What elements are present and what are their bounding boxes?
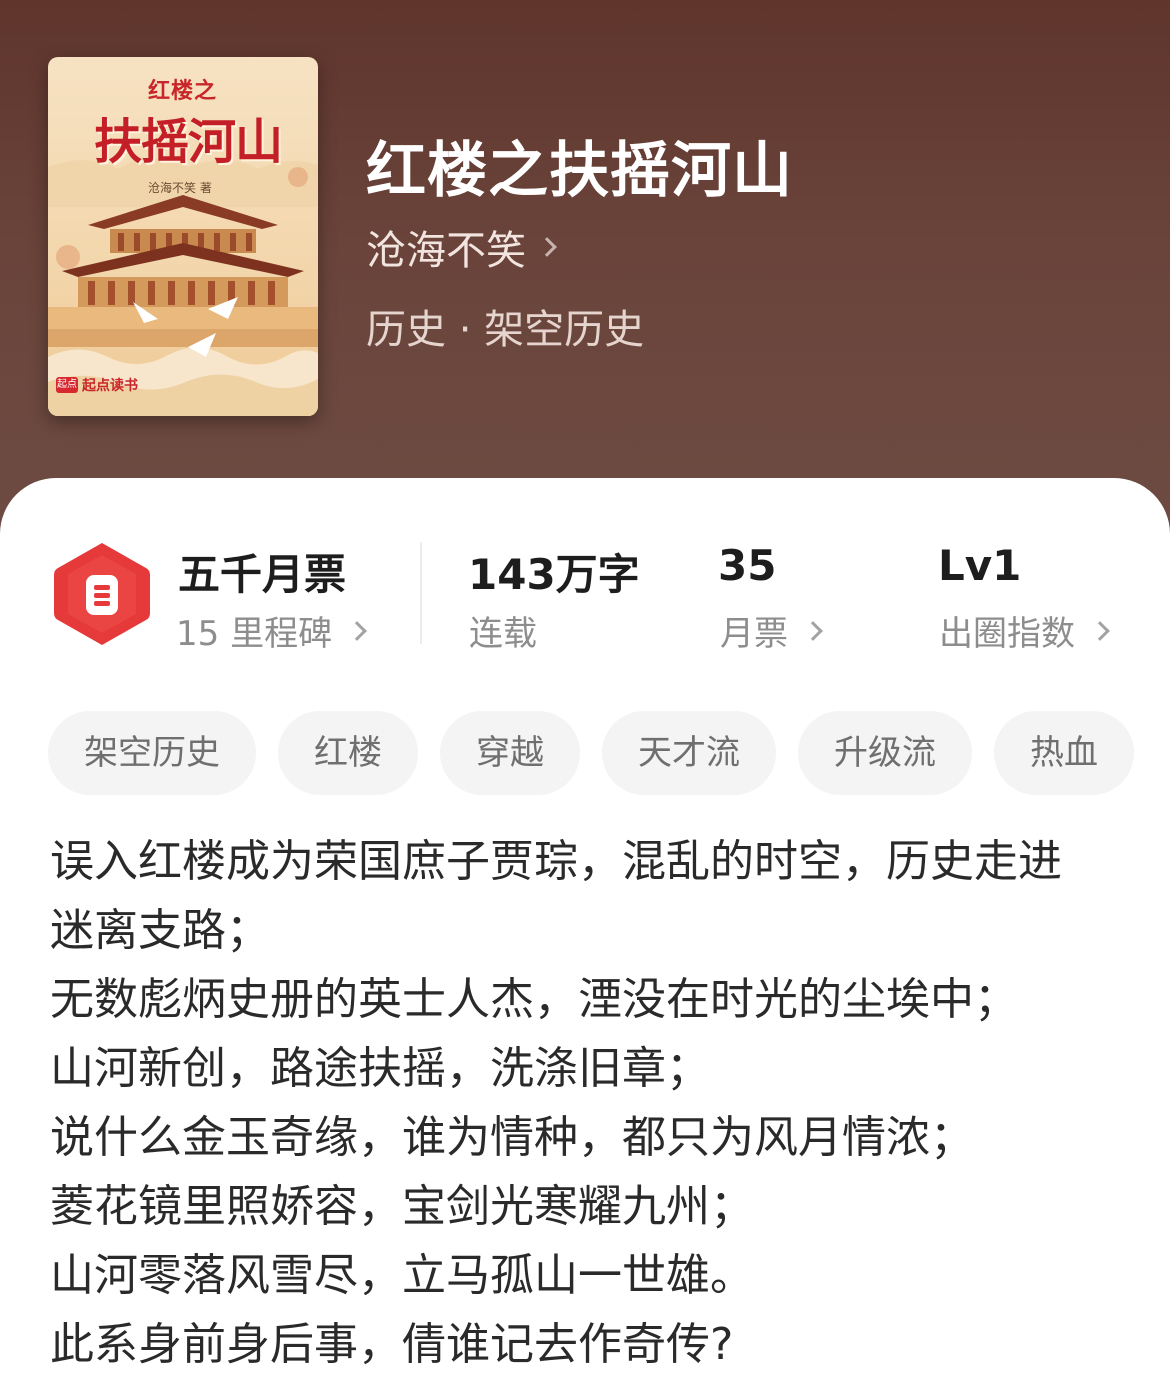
popularity-label: 出圈指数 <box>939 614 1075 654</box>
tag-chip[interactable]: 架空历史 <box>48 711 256 795</box>
book-title: 红楼之扶摇河山 <box>366 136 793 206</box>
book-cover[interactable]: 红楼之 扶摇河山 沧海不笑 著 起点 起点读书 <box>48 57 318 416</box>
tag-chip[interactable]: 升级流 <box>798 711 972 795</box>
author-link[interactable]: 沧海不笑 <box>366 218 557 276</box>
chevron-right-icon <box>1090 620 1110 641</box>
milestone-link[interactable]: 15 里程碑 <box>176 606 367 655</box>
author-name: 沧海不笑 <box>366 228 526 274</box>
chevron-right-icon <box>537 237 557 257</box>
monthly-votes-label: 月票 <box>720 614 788 654</box>
popularity-level: Lv1 <box>938 541 1022 590</box>
ticket-icon[interactable] <box>54 541 150 647</box>
monthly-votes-count: 35 <box>718 541 777 590</box>
book-genre: 历史 · 架空历史 <box>366 307 645 353</box>
book-header: 红楼之 扶摇河山 沧海不笑 著 起点 起点读书 红楼之扶摇河山 沧海不笑 历史 … <box>0 0 1170 560</box>
chevron-right-icon <box>347 620 367 641</box>
publisher-logo-mark: 起点 <box>56 377 78 393</box>
popularity-link[interactable]: 出圈指数 <box>939 606 1110 655</box>
synopsis-line: 说什么金玉奇缘，谁为情种，都只为风月情浓； <box>50 1112 974 1163</box>
word-count: 143万字 <box>468 550 640 599</box>
tag-list: 架空历史 红楼 穿越 天才流 升级流 热血 <box>48 711 1146 795</box>
synopsis-line: 菱花镜里照娇容，宝剑光寒耀九州； <box>50 1181 754 1232</box>
tag-chip[interactable]: 热血 <box>994 711 1134 795</box>
tag-chip[interactable]: 穿越 <box>440 711 580 795</box>
serial-status-label: 连载 <box>469 614 537 654</box>
publisher-logo-text: 起点读书 <box>82 378 138 394</box>
chevron-right-icon <box>803 620 823 641</box>
serial-status: 连载 <box>469 606 537 655</box>
tag-chip[interactable]: 红楼 <box>278 711 418 795</box>
milestone-title: 五千月票 <box>178 550 347 599</box>
milestone-count: 15 里程碑 <box>176 614 333 654</box>
cover-title: 扶摇河山 <box>93 114 283 170</box>
monthly-votes-link[interactable]: 月票 <box>720 606 823 655</box>
synopsis-line: 误入红楼成为荣国庶子贾琮，混乱的时空，历史走进 <box>50 836 1062 887</box>
stats-divider <box>420 542 422 644</box>
cover-author: 沧海不笑 著 <box>148 181 212 195</box>
cover-subtitle: 红楼之 <box>148 79 218 104</box>
synopsis-line: 山河零落风雪尽，立马孤山一世雄。 <box>50 1250 754 1301</box>
synopsis-line: 此系身前身后事，倩谁记去作奇传? <box>50 1319 734 1370</box>
book-synopsis[interactable]: 误入红楼成为荣国庶子贾琮，混乱的时空，历史走进 迷离支路； 无数彪炳史册的英士人… <box>50 827 1130 1379</box>
synopsis-line: 山河新创，路途扶摇，洗涤旧章； <box>50 1043 710 1094</box>
synopsis-line: 迷离支路； <box>50 905 270 956</box>
synopsis-line: 无数彪炳史册的英士人杰，湮没在时光的尘埃中； <box>50 974 1018 1025</box>
publisher-logo: 起点 起点读书 <box>56 375 138 395</box>
tag-chip[interactable]: 天才流 <box>602 711 776 795</box>
